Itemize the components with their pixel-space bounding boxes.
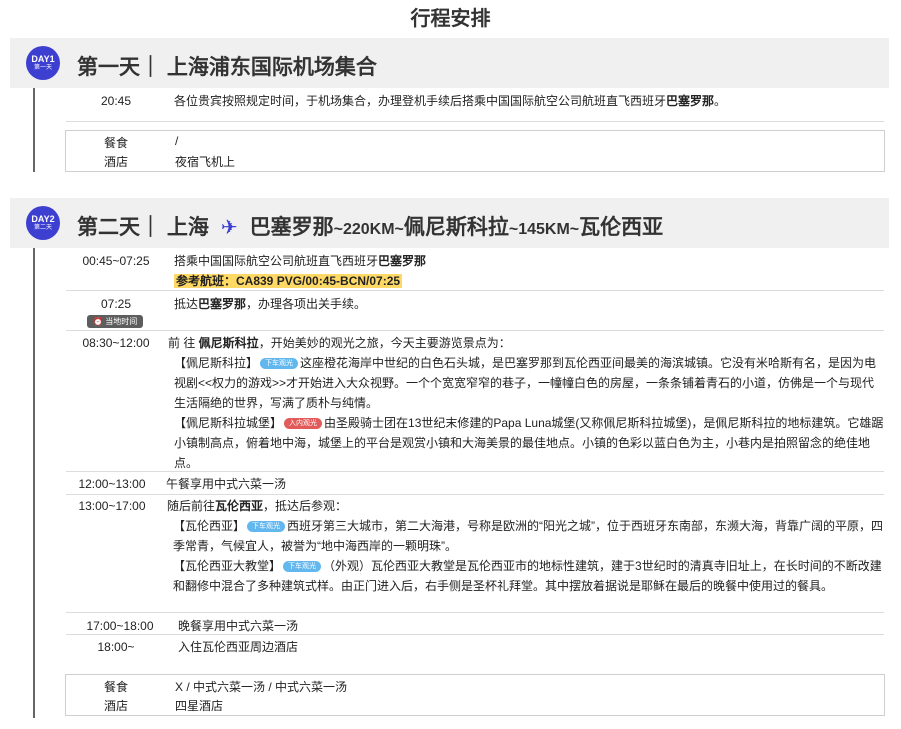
tag-drive-by: 下车观光 [283,561,322,572]
item-text: 随后前往瓦伦西亚，抵达后参观： 【瓦伦西亚】 下车观光 西班牙第三大城市，第二大海港… [167,499,884,593]
day1-meal-hotel-box: 餐食 / 酒店 夜宿飞机上 [65,130,885,172]
day2-timeline [33,240,35,718]
day2-item-valencia: 13:00~17:00 随后前往瓦伦西亚，抵达后参观： 【瓦伦西亚】 下车观光 西班… [66,496,884,613]
meal-label: 餐食 [103,136,128,150]
day1-badge: DAY1 第一天 [26,46,60,80]
meal-label: 餐食 [103,680,128,694]
item-time: 18:00~ [97,640,135,654]
item-time: 12:00~13:00 [78,477,146,491]
tag-drive-by: 下车观光 [247,521,286,532]
day2-item-hotel: 18:00~ 入住瓦伦西亚周边酒店 [66,637,884,657]
day1-timeline [33,80,35,172]
day2-meal-hotel-box: 餐食 X / 中式六菜一汤 / 中式六菜一汤 酒店 四星酒店 [65,674,885,716]
item-text: 入住瓦伦西亚周边酒店 [178,640,299,654]
item-text: 搭乘中国国际航空公司航班直飞西班牙巴塞罗那 参考航班：CA839 PVG/00:… [174,254,427,288]
flight-highlight: 参考航班：CA839 PVG/00:45-BCN/07:25 [174,274,403,288]
day2-item-lunch: 12:00~13:00 午餐享用中式六菜一汤 [66,474,884,495]
day2-item-landing: 07:25 ⏰ 当地时间 抵达巴塞罗那，办理各项出关手续。 [66,294,884,331]
attraction-name: 【佩尼斯科拉】 [174,356,259,370]
day2-item-flight: 00:45~07:25 搭乘中国国际航空公司航班直飞西班牙巴塞罗那 参考航班：C… [66,251,884,291]
day1-title: 第一天｜ 上海浦东国际机场集合 [77,56,377,79]
day2-header: DAY2 第二天 第二天｜ 上海 ✈ 巴塞罗那~220KM~佩尼斯科拉~145KM~… [10,198,889,248]
hotel-value: 夜宿飞机上 [175,155,236,169]
day2-badge: DAY2 第二天 [26,206,60,240]
page-title: 行程安排 [410,8,491,30]
item-time: 08:30~12:00 [82,336,150,350]
item-text: 抵达巴塞罗那，办理各项出关手续。 [174,297,367,311]
airplane-icon: ✈ [220,217,238,239]
day2-item-dinner: 17:00~18:00 晚餐享用中式六菜一汤 [66,616,884,635]
attraction-name: 【瓦伦西亚大教堂】 [173,559,282,573]
day2-item-peniscola: 08:30~12:00 前 往 佩尼斯科拉，开始美妙的观光之旅，今天主要游览景点… [66,333,884,472]
tag-drive-by: 下车观光 [260,358,299,369]
item-time: 13:00~17:00 [78,499,146,513]
hotel-label: 酒店 [103,699,128,713]
day2-title: 第二天｜ 上海 ✈ 巴塞罗那~220KM~佩尼斯科拉~145KM~瓦伦西亚 [77,216,664,239]
attraction-name: 【佩尼斯科拉城堡】 [174,416,283,430]
meal-value: / [175,134,179,148]
hotel-value: 四星酒店 [175,699,224,713]
local-time-badge: ⏰ 当地时间 [87,315,144,328]
item-text: 晚餐享用中式六菜一汤 [178,619,299,633]
hotel-label: 酒店 [103,155,128,169]
tag-entry: 入内观光 [284,418,323,429]
clock-icon: ⏰ [93,317,103,326]
meal-value: X / 中式六菜一汤 / 中式六菜一汤 [175,680,348,694]
day1-header: DAY1 第一天 第一天｜ 上海浦东国际机场集合 [10,38,889,88]
attraction-name: 【瓦伦西亚】 [173,519,246,533]
item-time: 00:45~07:25 [82,254,150,268]
item-time: 20:45 [100,94,132,108]
item-text: 午餐享用中式六菜一汤 [166,477,287,491]
item-text: 各位贵宾按照规定时间，于机场集合，办理登机手续后搭乘中国国际航空公司航班直飞西班… [174,94,727,108]
item-time: 17:00~18:00 [86,619,154,633]
item-text: 前 往 佩尼斯科拉，开始美妙的观光之旅，今天主要游览景点为： 【佩尼斯科拉】 下车… [168,336,884,470]
item-time: 07:25 [100,297,132,311]
day1-item-arrival: 20:45 各位贵宾按照规定时间，于机场集合，办理登机手续后搭乘中国国际航空公司… [66,91,884,122]
